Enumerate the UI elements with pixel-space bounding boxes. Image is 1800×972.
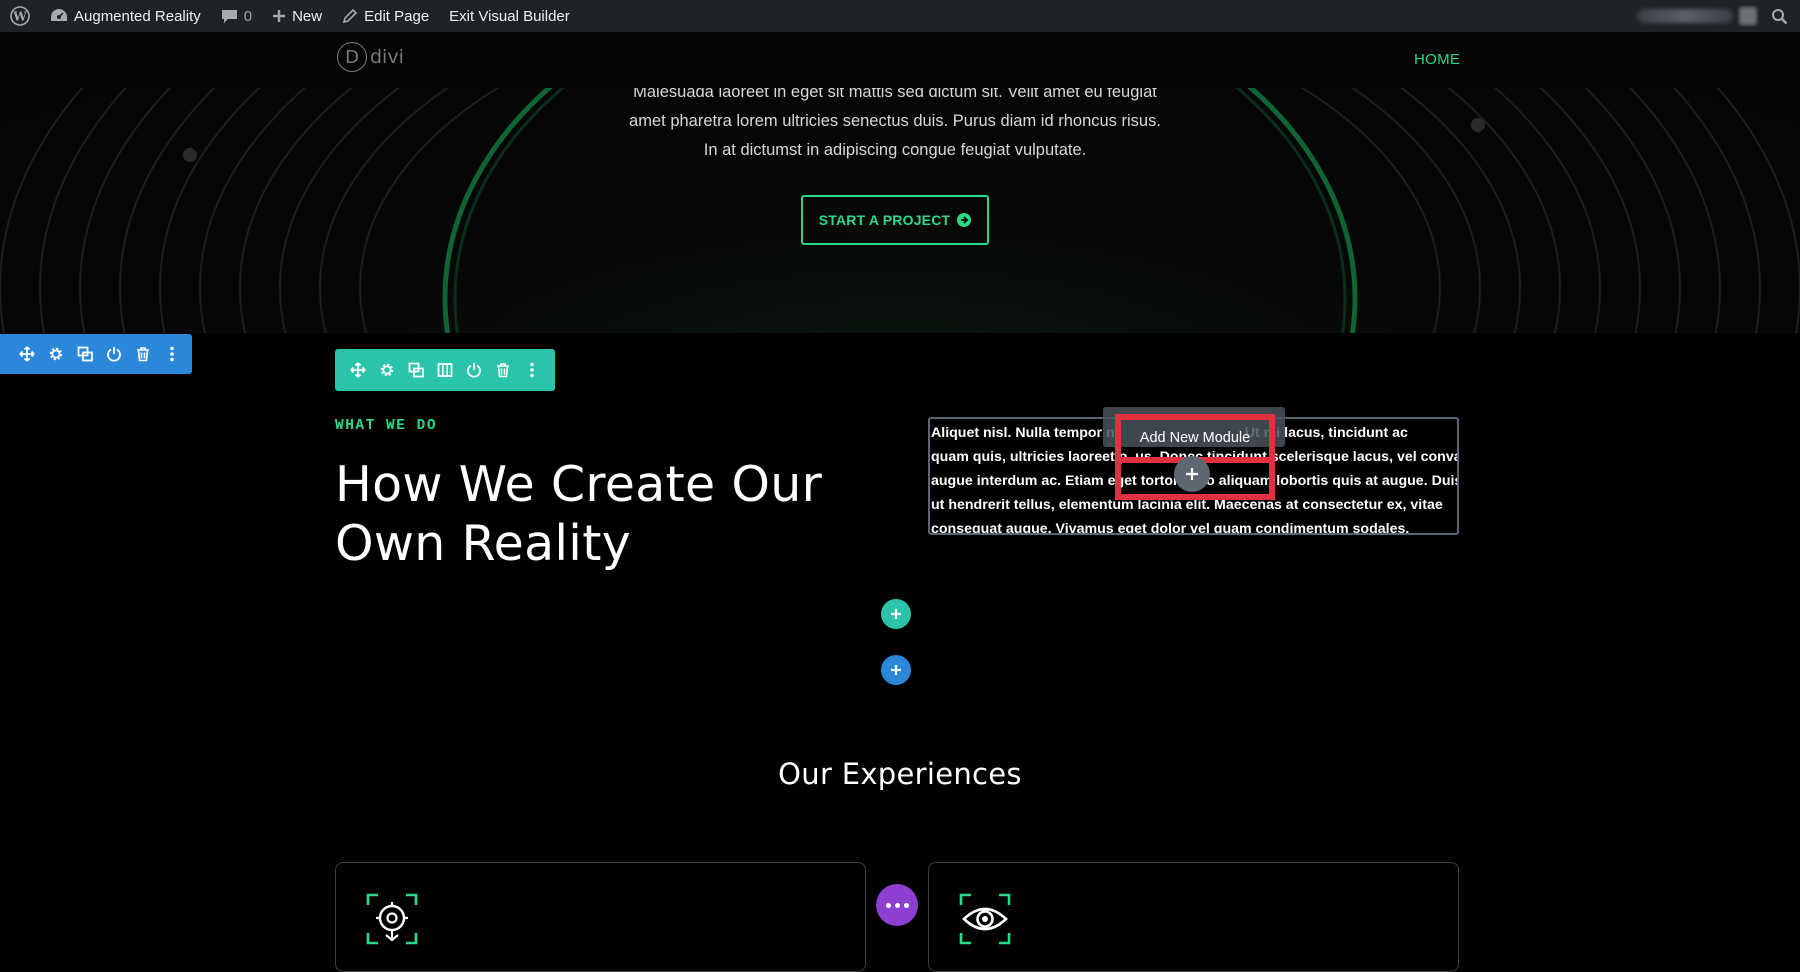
power-icon [466, 363, 481, 378]
site-name-menu[interactable]: Augmented Reality [40, 0, 211, 32]
more-options-button[interactable] [876, 884, 918, 926]
eye-icon [959, 893, 1011, 945]
plus-icon [1186, 468, 1198, 480]
plus-icon [891, 609, 901, 619]
gear-icon [49, 347, 62, 361]
plus-icon [891, 665, 901, 675]
new-content-menu[interactable]: New [262, 0, 332, 32]
site-header: D divi HOME [0, 32, 1800, 88]
hero-line-3: In at dictumst in adipiscing congue feug… [703, 141, 1087, 159]
dot [885, 902, 891, 908]
trash-icon [496, 363, 509, 378]
wp-admin-bar: W Augmented Reality 0 New Edit Page Exit… [0, 0, 1800, 32]
text-line-5: consequat augue. Vivamus eget dolor vel … [931, 521, 1410, 535]
logo-word: divi [370, 46, 404, 68]
trash-icon [136, 347, 149, 362]
power-icon [106, 347, 121, 362]
divi-logo[interactable]: D divi [337, 42, 404, 72]
row-disable-button[interactable] [459, 350, 488, 390]
plus-icon [273, 10, 286, 22]
user-name-blurred [1637, 9, 1733, 23]
columns-icon [437, 363, 452, 377]
arrow-circle-icon [957, 213, 972, 227]
wordpress-icon: W [10, 6, 30, 26]
section-move-button[interactable] [12, 334, 41, 374]
move-icon [18, 346, 35, 362]
avatar [1739, 7, 1757, 25]
row-more-button[interactable] [517, 350, 546, 390]
exit-visual-builder-link[interactable]: Exit Visual Builder [439, 0, 580, 32]
section-headline: How We Create Our Own Reality [335, 455, 855, 573]
gear-icon [380, 363, 393, 377]
section-delete-button[interactable] [128, 334, 157, 374]
add-new-module-button[interactable] [1174, 456, 1210, 492]
add-new-module-tooltip: Add New Module [1139, 430, 1251, 446]
search-icon[interactable] [1771, 8, 1788, 25]
edit-page-link[interactable]: Edit Page [332, 0, 439, 32]
nav-home-link[interactable]: HOME [1414, 51, 1460, 68]
section-settings-button[interactable] [41, 334, 70, 374]
site-name: Augmented Reality [74, 7, 201, 25]
hero-paragraph: Malesuada laoreet in eget sit mattis sed… [600, 88, 1190, 165]
move-icon [349, 362, 366, 378]
comment-icon [221, 10, 237, 23]
dot [903, 902, 909, 908]
new-label: New [292, 7, 323, 25]
duplicate-icon [408, 362, 424, 378]
experience-card[interactable] [928, 862, 1459, 972]
add-row-button[interactable] [881, 599, 911, 629]
section-settings-toolbar [0, 334, 192, 374]
pencil-icon [343, 8, 358, 24]
headline-line-2: Own Reality [335, 515, 632, 572]
exit-visual-builder-label: Exit Visual Builder [449, 7, 570, 25]
headline-line-1: How We Create Our [335, 456, 823, 513]
kebab-icon [169, 346, 174, 362]
section-eyebrow: WHAT WE DO [335, 418, 438, 434]
dot [894, 902, 900, 908]
svg-text:W: W [12, 10, 27, 24]
hero-line-1: Malesuada laoreet in eget sit mattis sed… [633, 88, 1157, 101]
row-settings-button[interactable] [372, 350, 401, 390]
row-settings-toolbar [335, 349, 555, 391]
start-project-button[interactable]: START A PROJECT [801, 195, 989, 245]
dashboard-icon [51, 9, 67, 21]
row-move-button[interactable] [343, 350, 372, 390]
user-account-menu[interactable] [1637, 7, 1757, 25]
start-project-label: START A PROJECT [818, 212, 951, 228]
row-columns-button[interactable] [430, 350, 459, 390]
section-more-button[interactable] [157, 334, 186, 374]
edit-page-label: Edit Page [364, 7, 430, 25]
location-target-icon [366, 893, 418, 945]
row-delete-button[interactable] [488, 350, 517, 390]
hero-section: Malesuada laoreet in eget sit mattis sed… [0, 88, 1800, 333]
row-duplicate-button[interactable] [401, 350, 430, 390]
hero-line-2: amet pharetra lorem ultricies senectus d… [629, 112, 1161, 130]
kebab-icon [529, 362, 534, 378]
wp-logo-menu[interactable]: W [0, 0, 40, 32]
experience-card[interactable] [335, 862, 866, 972]
logo-letter: D [337, 42, 367, 72]
experiences-title: Our Experiences [778, 757, 1022, 791]
comments-link[interactable]: 0 [211, 0, 262, 32]
section-duplicate-button[interactable] [70, 334, 99, 374]
duplicate-icon [77, 346, 93, 362]
section-disable-button[interactable] [99, 334, 128, 374]
comments-count: 0 [243, 7, 253, 25]
add-section-button[interactable] [881, 655, 911, 685]
